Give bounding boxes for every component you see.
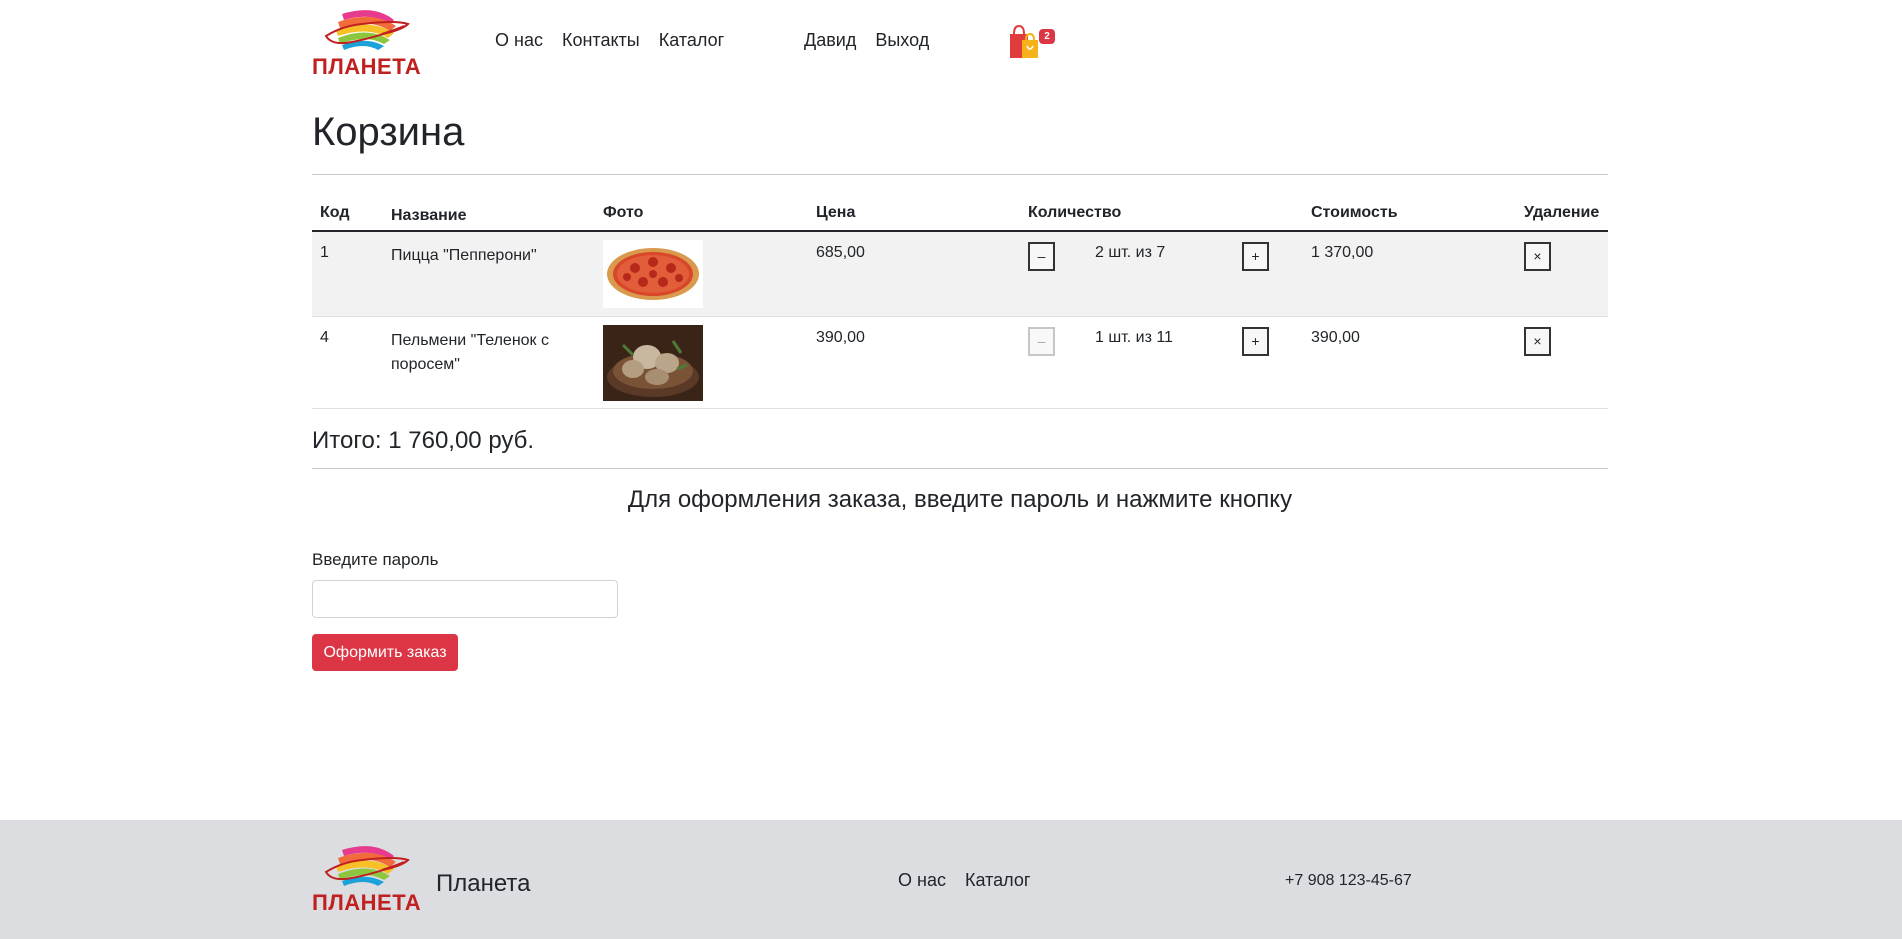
password-input[interactable]	[312, 580, 618, 618]
cell-name: Пельмени "Теленок с поросем"	[391, 332, 549, 373]
footer-logo-text: ПЛАНЕТА	[312, 890, 422, 915]
header-delete: Удаление	[1524, 204, 1600, 221]
increase-quantity-button[interactable]: +	[1242, 242, 1269, 271]
header-quantity: Количество	[1028, 204, 1122, 221]
cell-photo	[595, 240, 703, 308]
site-header: ПЛАНЕТА О нас Контакты Каталог Давид Вых…	[312, 0, 1608, 90]
header-price: Цена	[816, 204, 856, 221]
user-nav: Давид Выход	[804, 30, 943, 51]
cell-code: 1	[320, 244, 329, 261]
delete-item-button[interactable]: ×	[1524, 242, 1551, 271]
cell-cost: 1 370,00	[1311, 244, 1374, 261]
footer-link-catalog[interactable]: Каталог	[965, 870, 1030, 890]
footer-brand-name: Планета	[436, 870, 531, 897]
table-row: 4 Пельмени "Теленок с поросем" 390,00 – …	[312, 317, 1608, 409]
decrease-quantity-button[interactable]: –	[1028, 242, 1055, 271]
nav-link-about[interactable]: О нас	[495, 30, 543, 50]
cart-count-badge: 2	[1039, 29, 1055, 44]
password-label: Введите пароль	[312, 550, 439, 569]
page-title: Корзина	[312, 110, 465, 154]
quantity-value: 2 шт. из 7	[1095, 244, 1166, 261]
cell-name: Пицца "Пепперони"	[391, 247, 537, 264]
footer-link-about[interactable]: О нас	[898, 870, 946, 890]
delete-item-button[interactable]: ×	[1524, 327, 1551, 356]
table-header: Код Название Фото Цена Количество Стоимо…	[312, 197, 1608, 232]
total-divider	[312, 468, 1608, 469]
cell-cost: 390,00	[1311, 329, 1360, 346]
footer-phone[interactable]: +7 908 123-45-67	[1285, 872, 1412, 890]
footer-nav: О нас Каталог	[898, 870, 1044, 891]
dumplings-photo	[603, 325, 703, 401]
planet-logo[interactable]: ПЛАНЕТА	[312, 6, 422, 82]
main-nav: О нас Контакты Каталог	[495, 30, 738, 51]
footer-planet-logo[interactable]: ПЛАНЕТА	[312, 842, 422, 918]
header-code: Код	[320, 204, 350, 221]
pizza-photo	[603, 240, 703, 308]
header-photo: Фото	[603, 204, 644, 221]
nav-link-logout[interactable]: Выход	[875, 30, 929, 50]
decrease-quantity-button[interactable]: –	[1028, 327, 1055, 356]
order-total: Итого: 1 760,00 руб.	[312, 427, 535, 454]
header-name: Название	[391, 207, 467, 224]
logo-text: ПЛАНЕТА	[312, 54, 422, 79]
cart-button[interactable]: 2	[1008, 24, 1055, 60]
title-divider	[312, 174, 1608, 175]
cart-table: Код Название Фото Цена Количество Стоимо…	[312, 197, 1608, 409]
header-cost: Стоимость	[1311, 204, 1398, 221]
nav-link-catalog[interactable]: Каталог	[659, 30, 724, 50]
increase-quantity-button[interactable]: +	[1242, 327, 1269, 356]
table-row: 1 Пицца "Пепперони" 685,00 – 2 шт. из 7	[312, 232, 1608, 317]
nav-link-user[interactable]: Давид	[804, 30, 856, 50]
nav-link-contacts[interactable]: Контакты	[562, 30, 640, 50]
site-footer: ПЛАНЕТА Планета О нас Каталог +7 908 123…	[0, 820, 1902, 939]
cell-photo	[595, 325, 703, 401]
cell-price: 390,00	[816, 329, 865, 346]
place-order-button[interactable]: Оформить заказ	[312, 634, 458, 671]
cell-code: 4	[320, 329, 329, 346]
cell-price: 685,00	[816, 244, 865, 261]
quantity-value: 1 шт. из 11	[1095, 329, 1173, 346]
order-instructions: Для оформления заказа, введите пароль и …	[627, 486, 1293, 513]
